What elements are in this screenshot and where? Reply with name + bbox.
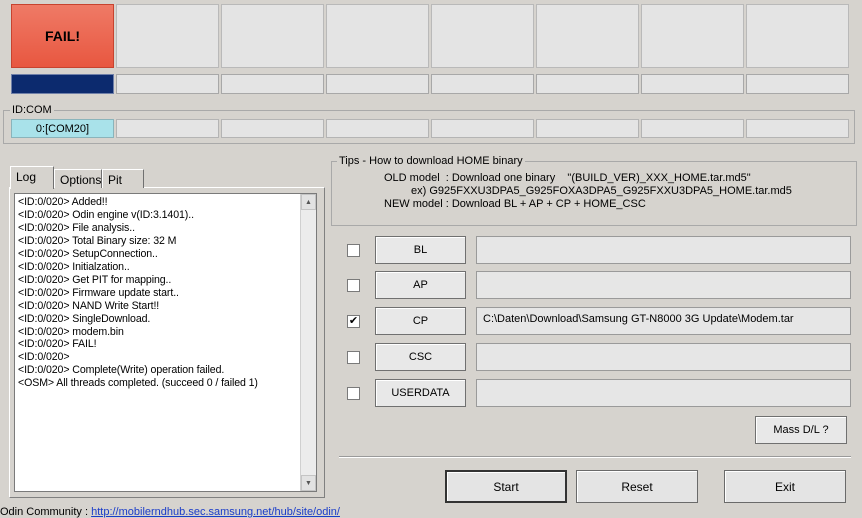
csc-checkbox[interactable] [347,351,360,364]
status-slot [641,4,744,68]
csc-button-label: CSC [408,351,433,363]
bl-checkbox[interactable] [347,244,360,257]
cp-button-label: CP [412,315,429,327]
tips-title: Tips - How to download HOME binary [337,155,525,167]
csc-path-field[interactable] [476,343,851,371]
status-slot [536,4,639,68]
checkmark-icon: ✔ [348,315,359,327]
progress-bar [11,74,114,94]
scroll-up-arrow-icon[interactable]: ▲ [301,194,316,210]
log-scrollbar[interactable]: ▲ ▼ [300,194,316,491]
start-button[interactable]: Start [445,470,567,503]
footer-prefix: Odin Community : [0,506,92,518]
log-textarea[interactable]: <ID:0/020> Added!! <ID:0/020> Odin engin… [14,193,317,492]
divider [339,456,851,458]
progress-bar [641,74,744,94]
bl-path-field[interactable] [476,236,851,264]
progress-bar [431,74,534,94]
com-port-slot: 0:[COM20] [11,119,114,138]
status-slot-fail: FAIL! [11,4,114,68]
tab-log-label: Log [16,170,37,184]
ap-path-field[interactable] [476,271,851,299]
status-slot [116,4,219,68]
com-port-slot [116,119,219,138]
progress-bar [116,74,219,94]
footer: Odin Community : http://mobilerndhub.sec… [0,506,340,518]
scroll-down-arrow-icon[interactable]: ▼ [301,475,316,491]
exit-button[interactable]: Exit [724,470,846,503]
com-port-slot [326,119,429,138]
bl-button-label: BL [413,244,428,256]
ap-button-label: AP [413,279,428,291]
userdata-checkbox[interactable] [347,387,360,400]
com-port-slot [431,119,534,138]
status-slot [431,4,534,68]
fail-label: FAIL! [45,28,80,44]
tab-log[interactable]: Log [10,166,54,189]
log-text: <ID:0/020> Added!! <ID:0/020> Odin engin… [18,196,258,390]
bl-button[interactable]: BL [375,236,466,264]
tab-pit-label: Pit [108,173,123,187]
userdata-path-field[interactable] [476,379,851,407]
progress-bar [326,74,429,94]
userdata-button-label: USERDATA [391,387,450,399]
cp-button[interactable]: CP [375,307,466,335]
com-port-slot [221,119,324,138]
status-slot [746,4,849,68]
tips-line-old-model: OLD model : Download one binary "(BUILD_… [384,172,751,184]
reset-button[interactable]: Reset [576,470,698,503]
progress-bar [746,74,849,94]
exit-label: Exit [774,479,795,494]
ap-button[interactable]: AP [375,271,466,299]
ap-checkbox[interactable] [347,279,360,292]
tips-line-new-model: NEW model : Download BL + AP + CP + HOME… [384,198,646,210]
mass-dl-button[interactable]: Mass D/L ? [755,416,847,444]
tips-line-example: ex) G925FXXU3DPA5_G925FOXA3DPA5_G925FXXU… [411,185,792,197]
tab-options[interactable]: Options [54,169,102,188]
tab-options-label: Options [60,173,102,187]
cp-path-field[interactable]: C:\Daten\Download\Samsung GT-N8000 3G Up… [476,307,851,335]
mass-dl-label: Mass D/L ? [773,424,829,436]
com-port-slot [746,119,849,138]
tab-pit[interactable]: Pit [102,169,144,188]
com-port-label: 0:[COM20] [35,122,90,135]
cp-checkbox[interactable]: ✔ [347,315,360,328]
status-slot [326,4,429,68]
com-port-slot [536,119,639,138]
reset-label: Reset [621,479,653,494]
csc-button[interactable]: CSC [375,343,466,371]
progress-bar [221,74,324,94]
status-slot [221,4,324,68]
com-port-slot [641,119,744,138]
idcom-label: ID:COM [10,104,54,116]
start-label: Start [493,479,519,494]
progress-bar [536,74,639,94]
userdata-button[interactable]: USERDATA [375,379,466,407]
community-link[interactable]: http://mobilerndhub.sec.samsung.net/hub/… [91,506,340,518]
